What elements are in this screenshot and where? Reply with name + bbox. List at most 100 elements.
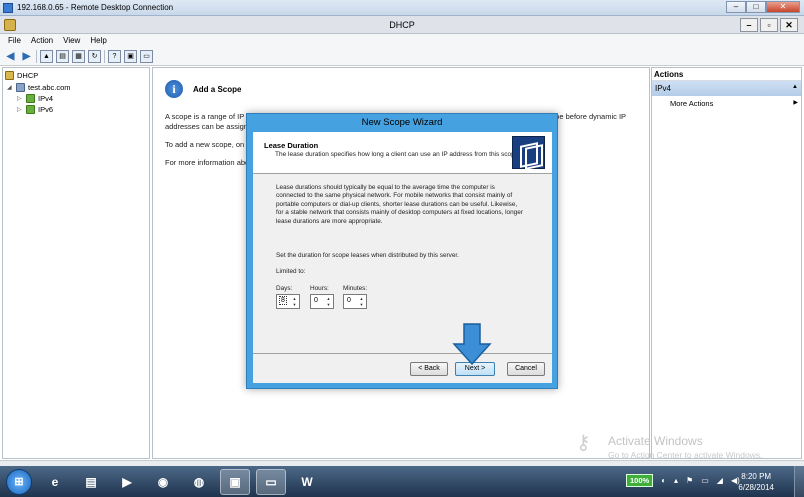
spin-arrows-icon[interactable]: ▲ ▼ xyxy=(358,296,365,307)
menu-file[interactable]: File xyxy=(4,34,27,48)
back-arrow-icon[interactable]: ◀ xyxy=(4,50,17,63)
set-duration-text: Set the duration for scope leases when d… xyxy=(276,252,459,259)
help-icon[interactable]: ? xyxy=(108,50,121,63)
toolbar: ◀ ▶ ▲ ▤ ▦ ↻ ? ▣ ▭ xyxy=(0,48,804,66)
rdp-minimize-button[interactable]: – xyxy=(726,1,746,13)
forward-arrow-icon[interactable]: ▶ xyxy=(20,50,33,63)
tree-label: test.abc.com xyxy=(28,83,71,92)
cancel-button[interactable]: Cancel xyxy=(507,362,545,376)
toolbar-separator xyxy=(104,50,105,63)
up-folder-icon[interactable]: ▲ xyxy=(40,50,53,63)
toolbar-separator xyxy=(36,50,37,63)
actions-group-ipv4[interactable]: IPv4 xyxy=(652,81,801,96)
menu-help[interactable]: Help xyxy=(86,34,112,48)
pane-text: For more information abou xyxy=(165,158,254,167)
refresh-icon[interactable]: ↻ xyxy=(88,50,101,63)
restore-button[interactable]: ▫ xyxy=(760,18,778,32)
remote-desktop-icon xyxy=(3,3,13,13)
more-actions-item[interactable]: More Actions xyxy=(652,96,801,108)
network-icon[interactable]: ◐ xyxy=(661,476,666,485)
export-icon[interactable]: ▦ xyxy=(72,50,85,63)
remote-desktop-icon[interactable]: ▭ xyxy=(256,469,286,495)
limited-to-label: Limited to: xyxy=(276,268,306,275)
dhcp-icon xyxy=(5,71,14,80)
properties-icon[interactable]: ▣ xyxy=(124,50,137,63)
wizard-title: New Scope Wizard xyxy=(361,117,443,128)
tree-item-ipv6[interactable]: ▷ IPv6 xyxy=(17,104,53,115)
days-value[interactable]: 8 xyxy=(279,296,287,305)
key-icon: ⚷ xyxy=(576,432,591,454)
clock[interactable]: 8:20 PM 6/28/2014 xyxy=(738,471,774,493)
clock-time: 8:20 PM xyxy=(741,472,772,481)
chrome-icon[interactable]: ◍ xyxy=(184,469,214,495)
minutes-stepper[interactable]: 0 ▲ ▼ xyxy=(343,294,367,309)
ipv6-icon xyxy=(26,105,35,114)
tree-item-ipv4[interactable]: ▷ IPv4 xyxy=(17,93,53,104)
taskbar: ⊞ e ▤ ▶ ◉ ◍ ▣ ▭ W 100% ◐ ▴ ⚑ ▭ ◢ ◀) 8:20… xyxy=(0,466,804,497)
show-hide-tree-icon[interactable]: ▤ xyxy=(56,50,69,63)
wizard-header: Lease Duration The lease duration specif… xyxy=(253,132,552,174)
tree-item-dhcp[interactable]: DHCP xyxy=(5,70,38,81)
console-tree: DHCP ◢ test.abc.com ▷ IPv4 ▷ IPv6 xyxy=(2,67,150,459)
rdp-close-button[interactable]: ✕ xyxy=(766,1,800,13)
info-icon: i xyxy=(165,80,183,98)
tree-label: IPv4 xyxy=(38,94,54,103)
rdp-title-bar: 192.168.0.65 - Remote Desktop Connection… xyxy=(0,0,804,16)
flag-icon[interactable]: ⚑ xyxy=(686,476,693,485)
media-player-icon[interactable]: ▶ xyxy=(112,469,142,495)
minutes-value[interactable]: 0 xyxy=(347,297,351,304)
expand-icon[interactable]: ▷ xyxy=(17,95,23,102)
battery-indicator[interactable]: 100% xyxy=(626,474,654,487)
close-button[interactable]: ✕ xyxy=(780,18,798,32)
tree-item-server[interactable]: ◢ test.abc.com xyxy=(7,82,71,93)
dhcp-title-bar: DHCP – ▫ ✕ xyxy=(0,16,804,34)
word-icon[interactable]: W xyxy=(292,469,322,495)
spin-arrows-icon[interactable]: ▲ ▼ xyxy=(291,296,298,307)
actions-header: Actions xyxy=(652,68,801,81)
activation-watermark-sub: Go to Action Center to activate Windows. xyxy=(608,450,763,460)
clock-date: 6/28/2014 xyxy=(738,483,774,492)
wizard-body: Lease Duration The lease duration specif… xyxy=(253,132,552,383)
pane-text: addresses can be assigned xyxy=(165,122,257,131)
collapse-icon[interactable]: ◢ xyxy=(7,84,13,91)
menu-bar: File Action View Help xyxy=(0,34,804,48)
folder-icon[interactable]: ▣ xyxy=(220,469,250,495)
show-desktop-button[interactable] xyxy=(794,466,804,497)
lease-description: Lease durations should typically be equa… xyxy=(276,184,523,225)
server-icon xyxy=(16,83,25,92)
rdp-restore-button[interactable]: □ xyxy=(746,1,766,13)
days-stepper[interactable]: 8 ▲ ▼ xyxy=(276,294,300,309)
minutes-label: Minutes: xyxy=(343,285,368,292)
expand-icon[interactable]: ▷ xyxy=(17,106,23,113)
pane-text: To add a new scope, on th xyxy=(165,140,253,149)
ie-icon[interactable]: e xyxy=(40,469,70,495)
console-icon[interactable]: ▭ xyxy=(140,50,153,63)
pane-text: ope before dynamic IP xyxy=(551,112,627,121)
activation-watermark: Activate Windows xyxy=(608,434,703,448)
pane-heading: Add a Scope xyxy=(193,85,242,94)
rdp-title: 192.168.0.65 - Remote Desktop Connection xyxy=(17,3,174,12)
security-icon[interactable]: ◉ xyxy=(148,469,178,495)
menu-action[interactable]: Action xyxy=(27,34,59,48)
down-arrow-annotation-icon xyxy=(452,323,492,366)
new-scope-wizard: New Scope Wizard Lease Duration The leas… xyxy=(246,113,558,389)
hours-label: Hours: xyxy=(310,285,329,292)
monitor-icon[interactable]: ▭ xyxy=(701,476,709,485)
hours-value[interactable]: 0 xyxy=(314,297,318,304)
hours-stepper[interactable]: 0 ▲ ▼ xyxy=(310,294,334,309)
button-divider xyxy=(253,353,552,354)
minimize-button[interactable]: – xyxy=(740,18,758,32)
ipv4-icon xyxy=(26,94,35,103)
back-button[interactable]: < Back xyxy=(410,362,448,376)
start-button[interactable]: ⊞ xyxy=(6,469,32,495)
system-tray: 100% ◐ ▴ ⚑ ▭ ◢ ◀) xyxy=(626,474,740,487)
spin-arrows-icon[interactable]: ▲ ▼ xyxy=(325,296,332,307)
section-subtitle: The lease duration specifies how long a … xyxy=(275,151,521,158)
explorer-icon[interactable]: ▤ xyxy=(76,469,106,495)
tray-overflow-icon[interactable]: ▴ xyxy=(674,476,678,485)
wifi-icon[interactable]: ◢ xyxy=(717,476,723,485)
wizard-book-icon xyxy=(512,136,545,169)
menu-view[interactable]: View xyxy=(59,34,86,48)
tree-label: IPv6 xyxy=(38,105,54,114)
section-title: Lease Duration xyxy=(264,141,319,150)
